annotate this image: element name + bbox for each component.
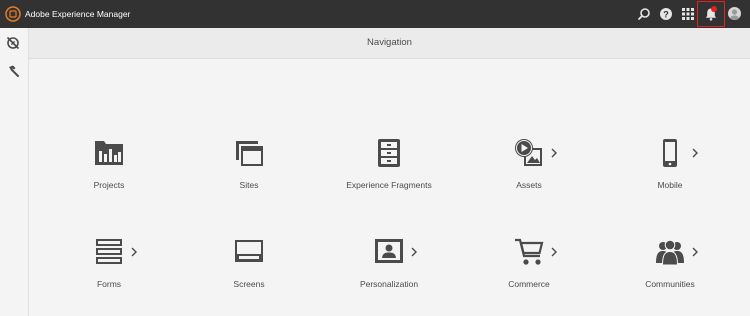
tile-forms[interactable]: Forms: [49, 237, 169, 307]
screens-icon: [235, 240, 263, 262]
chevron-right-icon[interactable]: [550, 246, 558, 258]
tile-sites[interactable]: Sites: [189, 138, 309, 208]
chevron-right-icon[interactable]: [130, 246, 138, 258]
assets-icon: [515, 139, 542, 166]
aem-logo-icon[interactable]: [5, 6, 21, 22]
compass-off-icon[interactable]: [6, 36, 20, 50]
tile-projects[interactable]: Projects: [49, 138, 169, 208]
sites-icon: [236, 141, 263, 166]
communities-icon: [656, 239, 684, 266]
tile-label: Communities: [645, 279, 695, 289]
tile-personalization[interactable]: Personalization: [329, 237, 449, 307]
svg-text:?: ?: [663, 10, 669, 20]
mobile-icon: [663, 139, 677, 167]
tile-label: Screens: [233, 279, 265, 289]
notification-badge: [711, 6, 717, 12]
personalization-icon: [375, 239, 403, 263]
tile-label: Experience Fragments: [346, 180, 432, 190]
search-icon[interactable]: [637, 7, 651, 21]
chevron-right-icon[interactable]: [691, 147, 699, 159]
page-title: Navigation: [29, 28, 750, 59]
tile-label: Personalization: [359, 279, 419, 289]
apps-grid-icon[interactable]: [681, 7, 695, 21]
experience-fragments-icon: [378, 139, 400, 167]
top-bar: Adobe Experience Manager ?: [0, 0, 750, 28]
tile-commerce[interactable]: Commerce: [469, 237, 589, 307]
app-title: Adobe Experience Manager: [25, 9, 131, 19]
tile-mobile[interactable]: Mobile: [610, 138, 730, 208]
tile-experience-fragments[interactable]: Experience Fragments: [329, 138, 449, 208]
chevron-right-icon[interactable]: [410, 246, 418, 258]
tile-label: Forms: [96, 279, 122, 289]
tile-label: Projects: [93, 180, 125, 190]
tile-label: Mobile: [657, 180, 683, 190]
tile-assets[interactable]: Assets: [469, 138, 589, 208]
user-avatar[interactable]: [728, 7, 741, 20]
forms-icon: [96, 239, 122, 264]
chevron-right-icon[interactable]: [550, 147, 558, 159]
tile-label: Sites: [239, 180, 259, 190]
chevron-right-icon[interactable]: [691, 246, 699, 258]
hammer-icon[interactable]: [6, 64, 20, 78]
tile-label: Commerce: [508, 279, 550, 289]
commerce-icon: [515, 238, 544, 265]
help-icon[interactable]: ?: [659, 7, 673, 21]
tile-screens[interactable]: Screens: [189, 237, 309, 307]
projects-icon: [95, 141, 123, 165]
tile-label: Assets: [516, 180, 542, 190]
left-rail: [0, 28, 29, 316]
tile-communities[interactable]: Communities: [610, 237, 730, 307]
